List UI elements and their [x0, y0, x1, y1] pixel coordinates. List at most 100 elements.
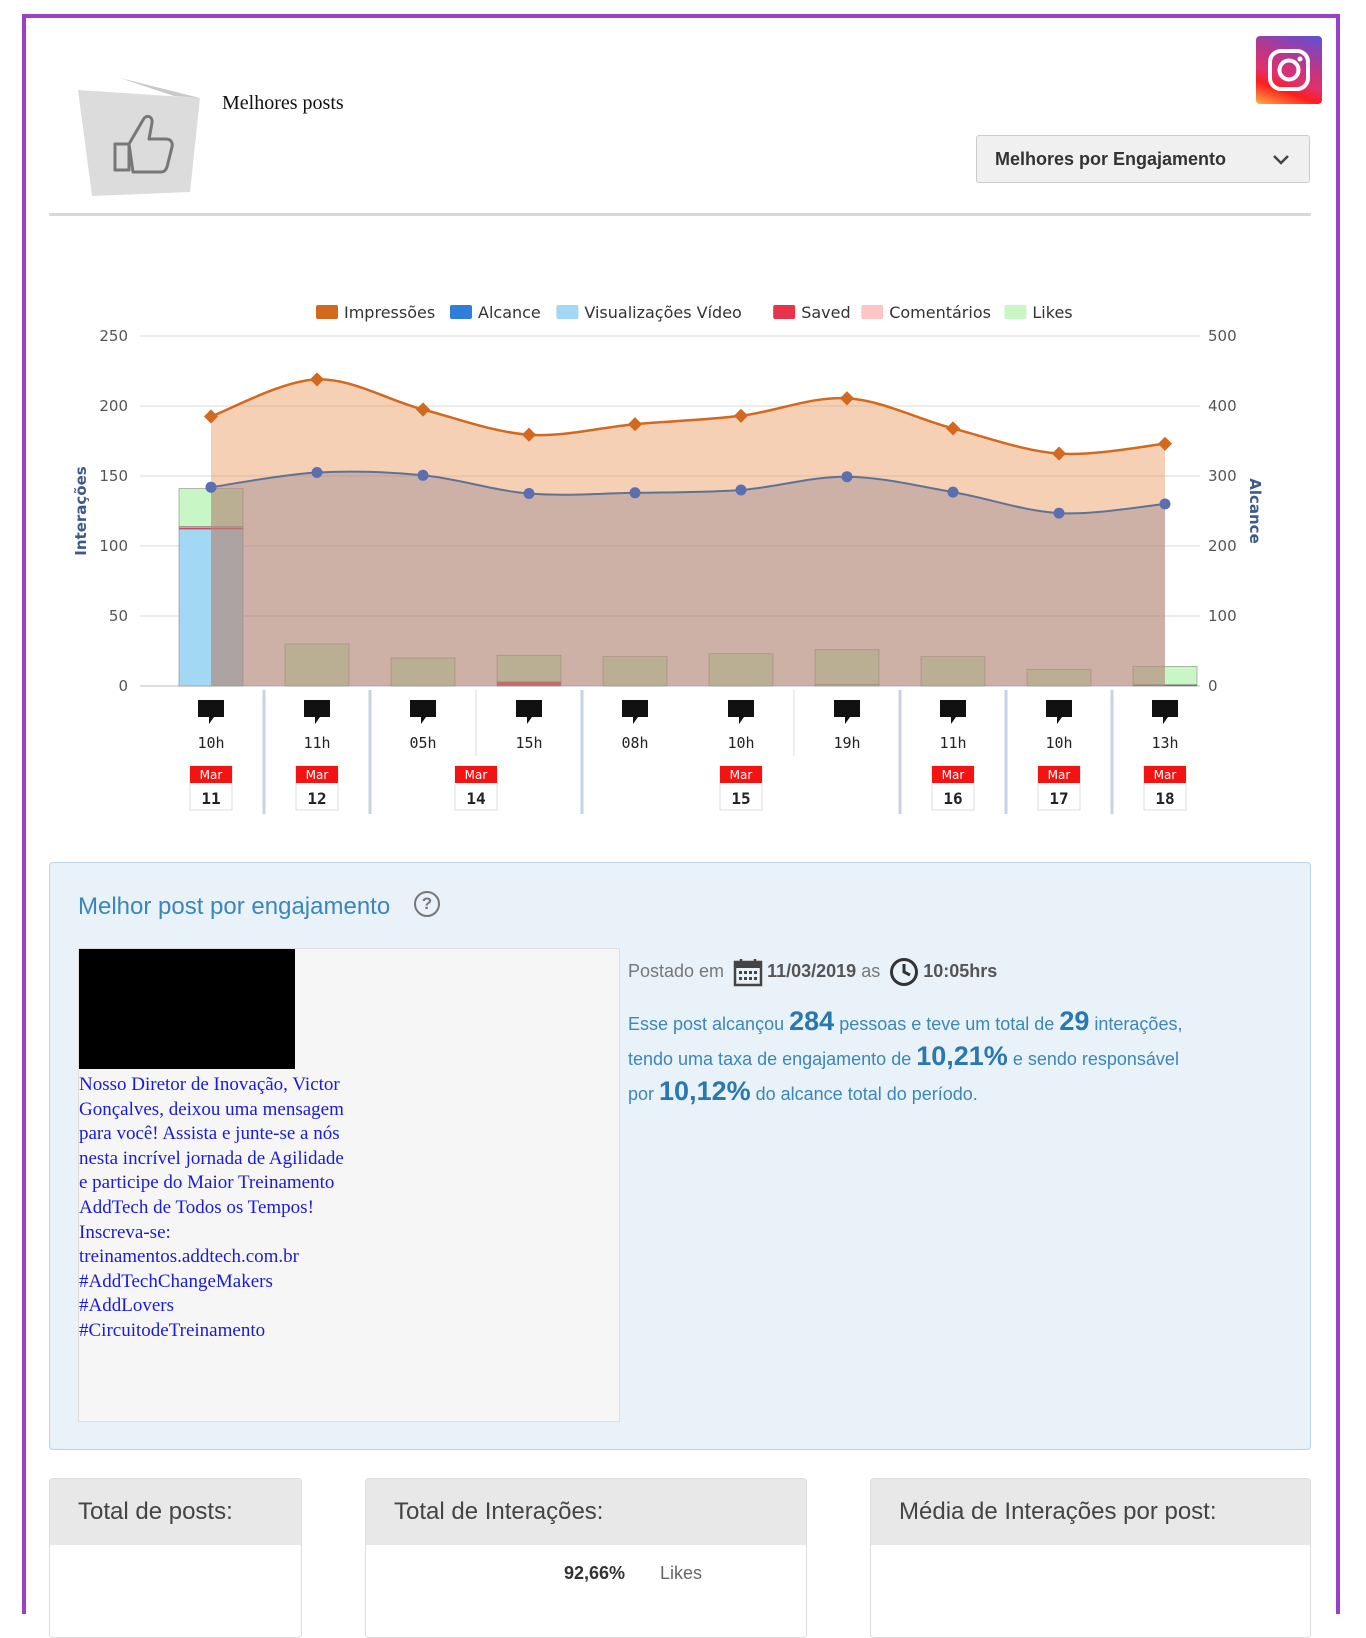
likes-percent: 92,66% — [564, 1563, 626, 1583]
legend-swatch — [450, 305, 472, 319]
y-right-tick: 300 — [1208, 467, 1237, 485]
posted-line: Postado em 11/03/2019 as 10:05hrs — [628, 951, 1268, 991]
y-right-label: Alcance — [1246, 478, 1264, 544]
reach-point — [1053, 507, 1065, 519]
divider — [49, 213, 1311, 216]
x-time-label: 11h — [303, 734, 330, 752]
comment-icon — [1046, 700, 1072, 724]
reach-point — [629, 487, 641, 499]
date-badge-day: 14 — [466, 789, 485, 808]
legend-label: Likes — [1032, 303, 1072, 322]
date-badge-month: Mar — [942, 768, 965, 782]
likes-label: Likes — [660, 1563, 703, 1583]
comment-icon — [940, 700, 966, 724]
help-icon[interactable]: ? — [414, 891, 440, 917]
date-badge-month: Mar — [306, 768, 329, 782]
stats-text: Esse post alcançou — [628, 1014, 785, 1034]
post-meta: Postado em 11/03/2019 as 10:05hrs Esse p… — [628, 951, 1268, 1110]
y-right-tick: 0 — [1208, 677, 1218, 695]
legend-swatch — [316, 305, 338, 319]
x-time-label: 05h — [409, 734, 436, 752]
post-time: 10:05hrs — [923, 961, 998, 981]
x-time-label: 10h — [727, 734, 754, 752]
legend-swatch — [556, 305, 579, 319]
clock-icon — [890, 958, 919, 987]
best-post-title: Melhor post por engajamento — [78, 893, 391, 920]
stats-text: e sendo responsável — [1012, 1049, 1179, 1069]
comment-icon — [304, 700, 330, 724]
comment-icon — [516, 700, 542, 724]
legend-label: Impressões — [344, 303, 435, 322]
x-time-label: 15h — [515, 734, 542, 752]
y-left-tick: 100 — [99, 537, 128, 555]
stats-text: por — [628, 1084, 655, 1104]
date-badge-month: Mar — [1048, 768, 1071, 782]
reach-point — [735, 484, 747, 496]
y-right-tick: 200 — [1208, 537, 1237, 555]
reach-point — [205, 481, 217, 493]
reach-point — [311, 467, 323, 478]
best-post-panel: Melhor post por engajamento ? Nosso Dire… — [49, 862, 1311, 1450]
comment-icon — [728, 700, 754, 724]
stats-text: interações, — [1094, 1014, 1183, 1034]
x-time-label: 11h — [939, 734, 966, 752]
date-badge-month: Mar — [730, 768, 753, 782]
card-title: Total de posts: — [50, 1479, 301, 1545]
as-label: as — [861, 961, 881, 981]
dropdown-value: Melhores por Engajamento — [995, 149, 1227, 169]
reach-point — [417, 469, 429, 481]
post-image[interactable] — [79, 949, 295, 1069]
date-badge-day: 11 — [201, 789, 220, 808]
y-right-tick: 500 — [1208, 327, 1237, 345]
comment-icon — [410, 700, 436, 724]
y-left-label: Interações — [72, 466, 90, 555]
like-thumb-icon — [78, 78, 200, 196]
post-date: 11/03/2019 — [767, 961, 857, 981]
date-badge-day: 17 — [1049, 789, 1068, 808]
reach-value: 284 — [789, 1006, 835, 1036]
legend-swatch — [1004, 305, 1027, 319]
comment-icon — [622, 700, 648, 724]
date-badge-month: Mar — [465, 768, 488, 782]
post-caption[interactable]: Nosso Diretor de Inovação, Victor Gonçal… — [79, 1073, 349, 1344]
date-badge-day: 16 — [943, 789, 962, 808]
chevron-down-icon — [1273, 155, 1289, 165]
x-time-label: 10h — [1045, 734, 1072, 752]
post-stats: Esse post alcançou 284 pessoas e teve um… — [628, 1005, 1268, 1110]
x-time-label: 19h — [833, 734, 860, 752]
interactions-value: 29 — [1059, 1006, 1090, 1036]
legend-label: Visualizações Vídeo — [584, 303, 741, 322]
stats-text: do alcance total do período. — [755, 1084, 978, 1104]
x-time-label: 13h — [1151, 734, 1178, 752]
ranking-dropdown[interactable]: Melhores por Engajamento — [976, 135, 1310, 183]
y-right-tick: 100 — [1208, 607, 1237, 625]
legend-swatch — [861, 305, 884, 319]
section-title: Melhores posts — [222, 92, 344, 114]
y-left-tick: 200 — [99, 397, 128, 415]
y-left-tick: 0 — [118, 677, 128, 695]
comment-icon — [1152, 700, 1178, 724]
y-left-tick: 250 — [99, 327, 128, 345]
instagram-logo-icon — [1256, 36, 1322, 104]
post-card[interactable]: Nosso Diretor de Inovação, Victor Gonçal… — [78, 948, 620, 1422]
date-badge-month: Mar — [1154, 768, 1177, 782]
posts-chart: 0 50 100 150 200 250 0 100 200 300 400 500 Interaçõe… — [72, 303, 1264, 814]
share-value: 10,12% — [659, 1076, 751, 1106]
comment-icon — [198, 700, 224, 724]
total-posts-card: Total de posts: — [49, 1478, 302, 1638]
legend-label: Comentários — [889, 303, 991, 322]
avg-interactions-card: Média de Interações por post: — [870, 1478, 1311, 1638]
legend-swatch — [773, 305, 796, 319]
y-left-tick: 150 — [99, 467, 128, 485]
total-interactions-card: Total de Interações: 92,66% Likes — [365, 1478, 807, 1638]
y-left-tick: 50 — [109, 607, 128, 625]
reach-point — [947, 486, 959, 498]
x-time-label: 08h — [621, 734, 648, 752]
posted-label: Postado em — [628, 961, 725, 981]
date-badge-day: 12 — [307, 789, 326, 808]
card-title: Média de Interações por post: — [871, 1479, 1310, 1545]
engagement-value: 10,21% — [916, 1041, 1008, 1071]
card-title: Total de Interações: — [366, 1479, 806, 1545]
comment-icon — [834, 700, 860, 724]
date-badge-month: Mar — [200, 768, 223, 782]
